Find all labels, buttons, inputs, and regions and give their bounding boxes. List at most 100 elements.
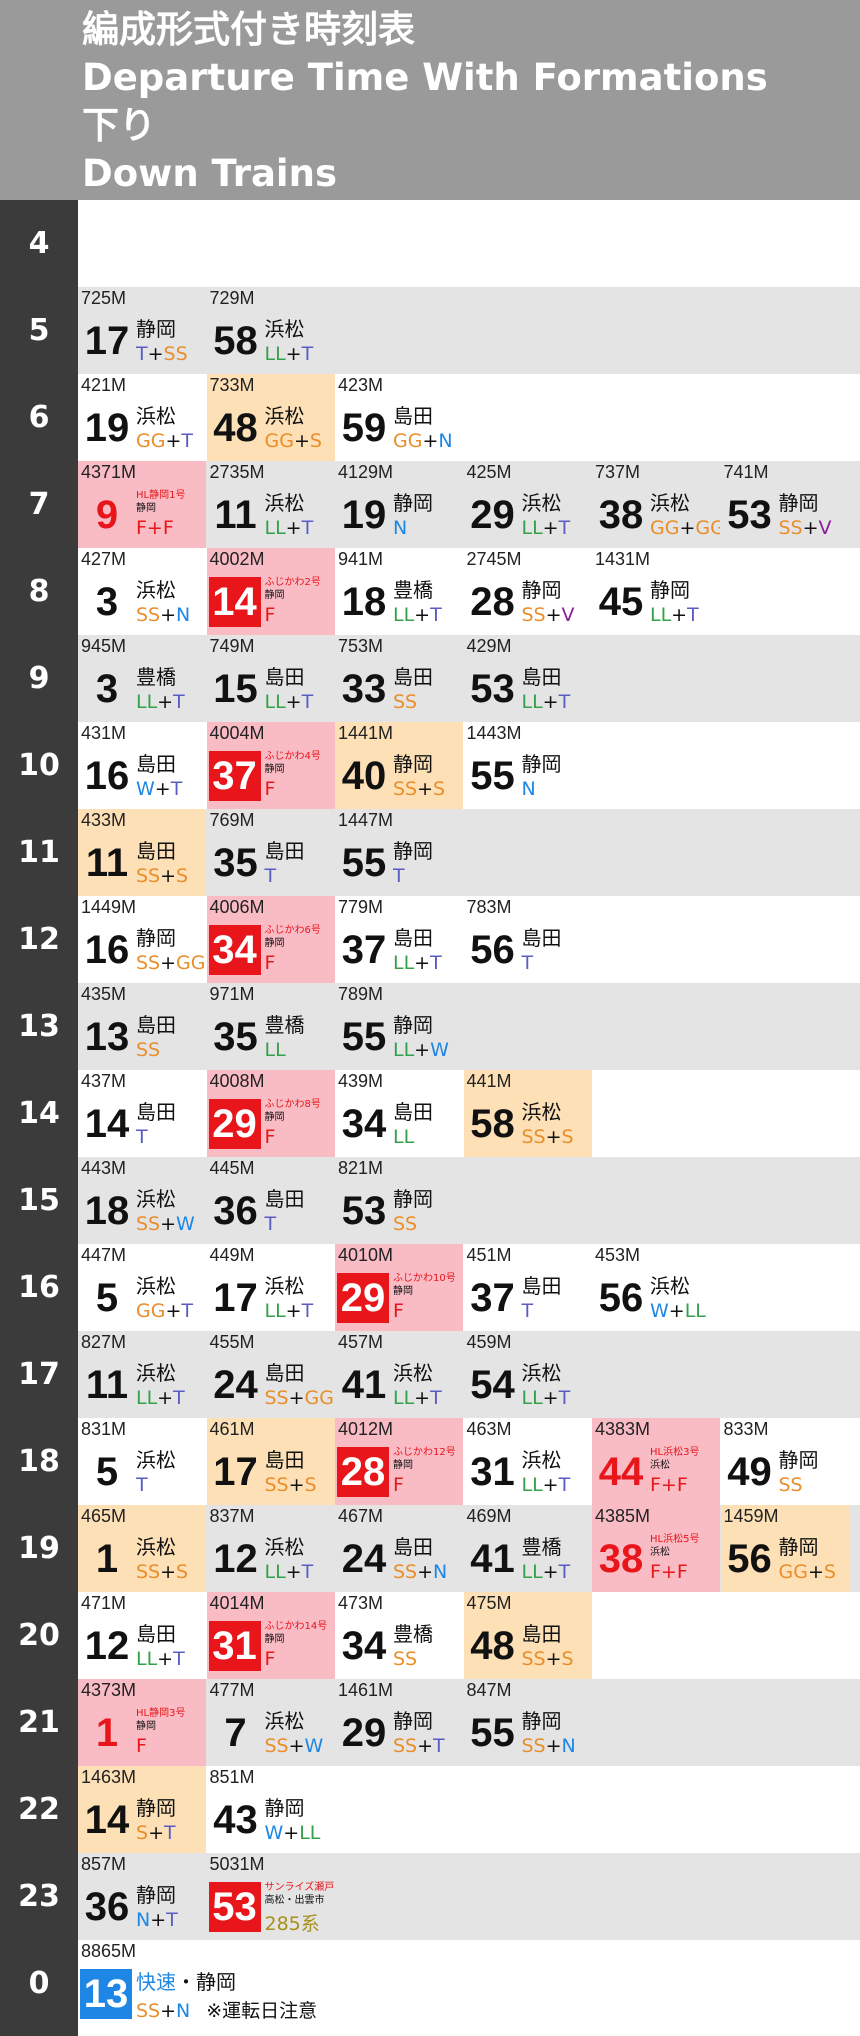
- hour-label: 11: [18, 835, 60, 870]
- departure-minute: 35: [213, 1015, 258, 1059]
- train-entry[interactable]: 423M 59 島田 GG+N: [335, 374, 463, 461]
- formation-code: T: [170, 778, 183, 800]
- train-entry[interactable]: 1447M 55 静岡 T: [335, 809, 463, 896]
- train-entry[interactable]: 1459M 56 静岡 GG+S: [720, 1505, 849, 1592]
- train-entry[interactable]: 435M 13 島田 SS: [78, 983, 206, 1070]
- formation: LL+T: [265, 1561, 314, 1583]
- train-entry[interactable]: 729M 58 浜松 LL+T: [207, 287, 335, 374]
- train-entry[interactable]: 453M 56 浜松 W+LL: [592, 1244, 720, 1331]
- train-entry[interactable]: 449M 17 浜松 LL+T: [207, 1244, 335, 1331]
- train-entry[interactable]: 833M 49 静岡 SS: [721, 1418, 849, 1505]
- train-number: 749M: [209, 636, 255, 656]
- train-entry[interactable]: 857M 36 静岡 N+T: [78, 1853, 206, 1940]
- train-entry[interactable]: 1461M 29 静岡 SS+T: [335, 1679, 463, 1766]
- train-entry[interactable]: 471M 12 島田 LL+T: [78, 1592, 206, 1679]
- train-entry[interactable]: 4014M 31 ふじかわ14号 静岡 F: [206, 1592, 335, 1679]
- train-entry[interactable]: 473M 34 豊橋 SS: [335, 1592, 463, 1679]
- train-entry[interactable]: 741M 53 静岡 SS+V: [721, 461, 849, 548]
- train-entry[interactable]: 8865M 13 快速・静岡 SS+N ※運転日注意: [78, 1940, 478, 2027]
- train-entry[interactable]: 439M 34 島田 LL: [335, 1070, 463, 1157]
- train-entry[interactable]: 1443M 55 静岡 N: [464, 722, 592, 809]
- train-number: 847M: [466, 1680, 512, 1700]
- train-entry[interactable]: 725M 17 静岡 T+SS: [78, 287, 206, 374]
- train-entry[interactable]: 847M 55 静岡 SS+N: [464, 1679, 592, 1766]
- train-entry[interactable]: 851M 43 静岡 W+LL: [207, 1766, 335, 1853]
- train-entry[interactable]: 4129M 19 静岡 N: [335, 461, 463, 548]
- train-entry[interactable]: 4008M 29 ふじかわ8号 静岡 F: [206, 1070, 335, 1157]
- train-entry[interactable]: 737M 38 浜松 GG+GG: [592, 461, 720, 548]
- train-entry[interactable]: 421M 19 浜松 GG+T: [78, 374, 206, 461]
- train-entry[interactable]: 4010M 29 ふじかわ10号 静岡 F: [335, 1244, 463, 1331]
- train-entry[interactable]: 769M 35 島田 T: [207, 809, 335, 896]
- train-entry[interactable]: 733M 48 浜松 GG+S: [206, 374, 335, 461]
- train-entry[interactable]: 5031M 53サンライズ瀬戸・出雲高松・出雲市 285系: [207, 1853, 335, 1940]
- train-destination: 浜松: [264, 1535, 305, 1559]
- train-entry[interactable]: 789M 55 静岡 LL+W: [335, 983, 463, 1070]
- train-entry[interactable]: 451M 37 島田 T: [464, 1244, 592, 1331]
- train-entry[interactable]: 469M 41 豊橋 LL+T: [464, 1505, 592, 1592]
- train-entry[interactable]: 783M 56 島田 T: [464, 896, 592, 983]
- train-entry[interactable]: 4012M 28 ふじかわ12号 静岡 F: [335, 1418, 463, 1505]
- train-entry[interactable]: 463M 31 浜松 LL+T: [464, 1418, 592, 1505]
- train-entry[interactable]: 945M 3 豊橋 LL+T: [78, 635, 206, 722]
- train-entry[interactable]: 4002M 14 ふじかわ2号 静岡 F: [206, 548, 335, 635]
- train-entry[interactable]: 831M 5 浜松 T: [78, 1418, 206, 1505]
- train-entry[interactable]: 1463M 14 静岡 S+T: [78, 1766, 206, 1853]
- train-entry[interactable]: 465M 1 浜松 SS+S: [78, 1505, 206, 1592]
- train-number: 477M: [209, 1680, 255, 1700]
- departure-minute: 3: [95, 667, 119, 711]
- formation-plus: +: [283, 1822, 300, 1844]
- train-entry[interactable]: 4385M 38 HL浜松5号 浜松 F+F: [592, 1505, 720, 1592]
- train-entry[interactable]: 431M 16 島田 W+T: [78, 722, 206, 809]
- train-entry[interactable]: 4371M 9 HL静岡1号 静岡 F+F: [78, 461, 206, 548]
- train-destination: 浜松: [264, 491, 305, 515]
- train-entry[interactable]: 4006M 34 ふじかわ6号 静岡 F: [206, 896, 335, 983]
- train-entry[interactable]: 2735M 11 浜松 LL+T: [207, 461, 335, 548]
- train-entry[interactable]: 971M 35 豊橋 LL: [207, 983, 335, 1070]
- train-entry[interactable]: 1431M 45 静岡 LL+T: [592, 548, 720, 635]
- train-entry[interactable]: 4373M 1 HL静岡3号 静岡 F: [78, 1679, 206, 1766]
- train-entry[interactable]: 477M 7 浜松 SS+W: [207, 1679, 335, 1766]
- formation-code: LL: [264, 517, 286, 539]
- train-number: 789M: [338, 984, 384, 1004]
- train-entry[interactable]: 425M 29 浜松 LL+T: [464, 461, 592, 548]
- train-entry[interactable]: 443M 18 浜松 SS+W: [78, 1157, 206, 1244]
- formation-plus: +: [542, 517, 559, 539]
- formation: SS+S: [522, 1648, 574, 1670]
- train-entry[interactable]: 457M 41 浜松 LL+T: [335, 1331, 463, 1418]
- train-entry[interactable]: 461M 17 島田 SS+S: [206, 1418, 335, 1505]
- train-entry[interactable]: 475M 48 島田 SS+S: [463, 1592, 592, 1679]
- train-entry[interactable]: 753M 33 島田 SS: [335, 635, 463, 722]
- train-number: 4129M: [338, 462, 394, 482]
- train-destination: 静岡: [136, 503, 156, 514]
- train-entry[interactable]: 445M 36 島田 T: [207, 1157, 335, 1244]
- train-entry[interactable]: 427M 3 浜松 SS+N: [78, 548, 206, 635]
- train-entry[interactable]: 837M 12 浜松 LL+T: [207, 1505, 335, 1592]
- limited-express-info: サンライズ瀬戸・出雲高松・出雲市: [265, 1881, 335, 1907]
- train-entry[interactable]: 459M 54 浜松 LL+T: [464, 1331, 592, 1418]
- formation-code: SS: [163, 343, 188, 365]
- train-entry[interactable]: 1449M 16 静岡 SS+GG: [78, 896, 206, 983]
- train-entry[interactable]: 2745M 28 静岡 SS+V: [464, 548, 592, 635]
- train-destination: 島田: [136, 752, 176, 776]
- train-entry[interactable]: 433M 11 島田 SS+S: [78, 809, 206, 896]
- formation-code: GG: [136, 430, 166, 452]
- train-entry[interactable]: 4383M 44 HL浜松3号 浜松 F+F: [592, 1418, 720, 1505]
- train-entry[interactable]: 455M 24 島田 SS+GG: [207, 1331, 335, 1418]
- train-entry[interactable]: 441M 58 浜松 SS+S: [463, 1070, 592, 1157]
- direction-english: Down Trains: [82, 152, 337, 195]
- train-entry[interactable]: 827M 11 浜松 LL+T: [78, 1331, 206, 1418]
- train-entry[interactable]: 467M 24 島田 SS+N: [335, 1505, 463, 1592]
- train-entry[interactable]: 1441M 40 静岡 SS+S: [335, 722, 463, 809]
- train-entry[interactable]: 437M 14 島田 T: [78, 1070, 206, 1157]
- train-entry[interactable]: 821M 53 静岡 SS: [335, 1157, 463, 1244]
- train-entry[interactable]: 941M 18 豊橋 LL+T: [335, 548, 463, 635]
- formation: F: [264, 952, 276, 974]
- departure-minute: 19: [84, 406, 130, 450]
- train-entry[interactable]: 447M 5 浜松 GG+T: [78, 1244, 206, 1331]
- train-entry[interactable]: 779M 37 島田 LL+T: [335, 896, 463, 983]
- train-entry[interactable]: 429M 53 島田 LL+T: [464, 635, 592, 722]
- train-entry[interactable]: 4004M 37 ふじかわ4号 静岡 F: [206, 722, 335, 809]
- formation-code: T: [173, 1648, 185, 1670]
- train-entry[interactable]: 749M 15 島田 LL+T: [207, 635, 335, 722]
